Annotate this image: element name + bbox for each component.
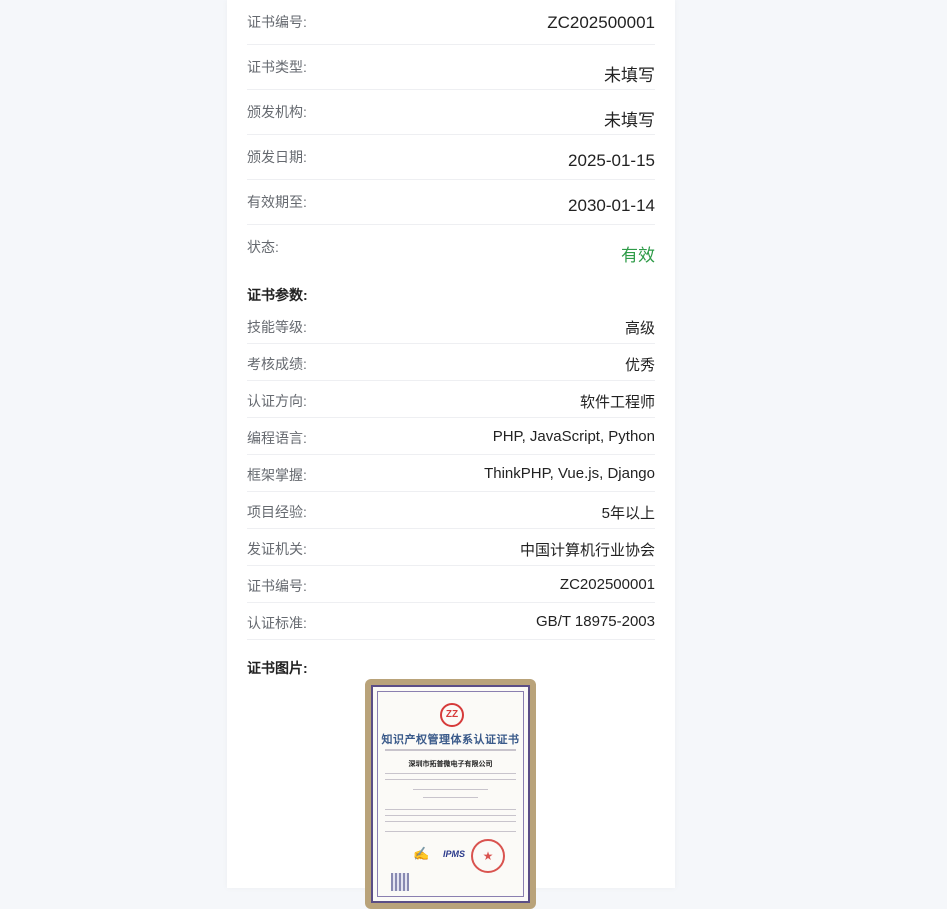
certificate-text-line xyxy=(385,831,516,832)
param-label: 框架掌握: xyxy=(247,467,307,483)
param-row-languages: 编程语言: PHP, JavaScript, Python xyxy=(247,418,655,455)
param-value: ThinkPHP, Vue.js, Django xyxy=(484,465,655,482)
image-section-title: 证书图片: xyxy=(247,660,308,676)
param-row-standard: 认证标准: GB/T 18975-2003 xyxy=(247,603,655,640)
info-row-issue-date: 颁发日期: 2025-01-15 xyxy=(247,135,655,180)
param-value: 优秀 xyxy=(624,357,655,374)
info-value: 未填写 xyxy=(604,66,655,85)
param-row-frameworks: 框架掌握: ThinkPHP, Vue.js, Django xyxy=(247,455,655,492)
param-label: 认证方向: xyxy=(247,393,307,409)
certificate-image[interactable]: ZZ 知识产权管理体系认证证书 深圳市拓普微电子有限公司 ✍ IPMS ★ xyxy=(365,679,536,909)
info-value: 2030-01-14 xyxy=(568,196,655,215)
param-value: GB/T 18975-2003 xyxy=(536,613,655,630)
param-row-authority: 发证机关: 中国计算机行业协会 xyxy=(247,529,655,566)
certificate-text-line xyxy=(385,821,516,822)
certificate-text-line xyxy=(385,773,516,774)
param-label: 项目经验: xyxy=(247,504,307,520)
info-label: 有效期至: xyxy=(247,194,307,210)
info-row-status: 状态: 有效 xyxy=(247,225,655,275)
param-row-direction: 认证方向: 软件工程师 xyxy=(247,381,655,418)
param-row-cert-number: 证书编号: ZC202500001 xyxy=(247,566,655,603)
info-label: 颁发机构: xyxy=(247,104,307,120)
certificate-ipms-mark: IPMS xyxy=(443,849,466,859)
param-row-skill-level: 技能等级: 高级 xyxy=(247,307,655,344)
params-title: 证书参数: xyxy=(247,287,308,303)
certificate-detail-card: 证书编号: ZC202500001 证书类型: 未填写 颁发机构: 未填写 颁发… xyxy=(227,0,675,909)
info-row-valid-until: 有效期至: 2030-01-14 xyxy=(247,180,655,225)
image-section-header: 证书图片: xyxy=(247,640,655,684)
param-value: 5年以上 xyxy=(601,505,655,522)
certificate-text-line xyxy=(385,809,516,810)
certificate-text-line xyxy=(385,815,516,816)
qr-code-icon xyxy=(391,873,409,891)
param-value: 软件工程师 xyxy=(579,394,655,411)
param-value: PHP, JavaScript, Python xyxy=(492,428,655,445)
seal-icon: ★ xyxy=(471,839,505,873)
param-label: 发证机关: xyxy=(247,541,307,557)
info-row-cert-number: 证书编号: ZC202500001 xyxy=(247,0,655,45)
param-label: 考核成绩: xyxy=(247,356,307,372)
certificate-company: 深圳市拓普微电子有限公司 xyxy=(408,759,493,768)
certificate-text-line xyxy=(385,779,516,780)
certificate-text-line xyxy=(413,789,488,790)
signature-icon: ✍ xyxy=(413,847,430,862)
info-row-cert-type: 证书类型: 未填写 xyxy=(247,45,655,90)
status-badge: 有效 xyxy=(621,246,655,265)
param-value: ZC202500001 xyxy=(559,576,655,593)
info-label: 证书编号: xyxy=(247,14,307,30)
info-label: 颁发日期: xyxy=(247,149,307,165)
param-label: 技能等级: xyxy=(247,319,307,335)
param-value: 中国计算机行业协会 xyxy=(519,542,655,559)
param-label: 编程语言: xyxy=(247,430,307,446)
param-label: 证书编号: xyxy=(247,578,307,594)
info-value: ZC202500001 xyxy=(547,13,655,32)
params-section-header: 证书参数: xyxy=(247,275,655,307)
detail-content: 证书编号: ZC202500001 证书类型: 未填写 颁发机构: 未填写 颁发… xyxy=(247,0,655,684)
info-label: 证书类型: xyxy=(247,59,307,75)
param-row-experience: 项目经验: 5年以上 xyxy=(247,492,655,529)
info-value: 未填写 xyxy=(604,111,655,130)
info-label: 状态: xyxy=(247,239,279,255)
param-row-score: 考核成绩: 优秀 xyxy=(247,344,655,381)
param-label: 认证标准: xyxy=(247,615,307,631)
param-value: 高级 xyxy=(624,320,655,337)
info-row-issuer: 颁发机构: 未填写 xyxy=(247,90,655,135)
certificate-logo: ZZ xyxy=(440,703,464,727)
certificate-title: 知识产权管理体系认证证书 xyxy=(381,733,520,746)
certificate-text-line xyxy=(423,797,478,798)
certificate-text-line xyxy=(385,749,516,751)
info-value: 2025-01-15 xyxy=(568,151,655,170)
certificate-paper: ZZ 知识产权管理体系认证证书 深圳市拓普微电子有限公司 ✍ IPMS ★ xyxy=(371,685,530,903)
